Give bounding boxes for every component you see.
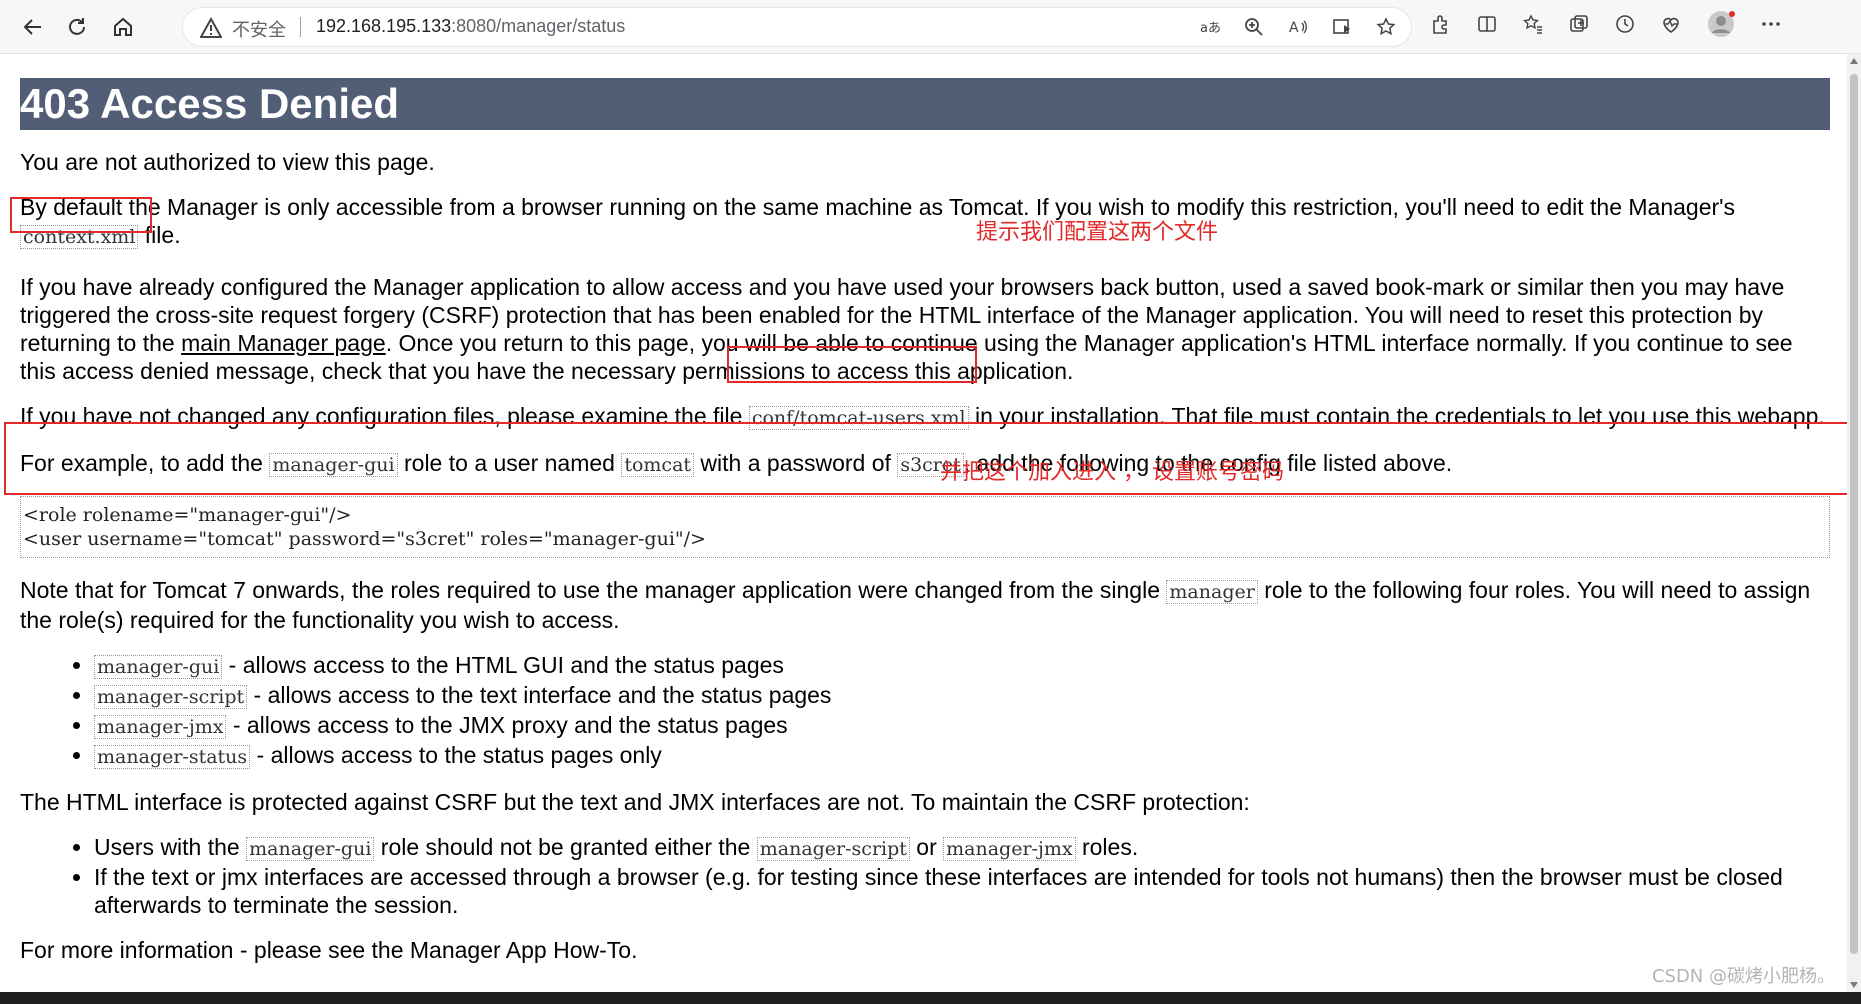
scroll-up-icon[interactable] [1850,58,1858,64]
code-manager: manager [1166,580,1258,604]
page-title: 403 Access Denied [20,78,1830,130]
refresh-icon[interactable] [60,10,94,44]
home-icon[interactable] [106,10,140,44]
profile-avatar-icon[interactable] [1701,10,1741,38]
history-icon[interactable] [1609,10,1641,38]
text: roles. [1075,834,1139,860]
paragraph-tomcat7-roles: Note that for Tomcat 7 onwards, the role… [20,576,1830,634]
list-item: If the text or jmx interfaces are access… [94,863,1830,919]
more-menu-icon[interactable] [1755,10,1787,38]
roles-list: manager-gui - allows access to the HTML … [20,651,1830,771]
text: By default the Manager is only accessibl… [20,194,1736,220]
immersive-reader-icon[interactable] [1326,13,1358,41]
collections-icon[interactable] [1563,10,1595,38]
paragraph-csrf-protection: The HTML interface is protected against … [20,788,1830,816]
list-item: manager-status - allows access to the st… [94,741,1830,771]
url-host: 192.168.195.133 [316,16,452,36]
annotation-configure-files: 提示我们配置这两个文件 [976,220,1219,245]
role-code: manager-gui [94,655,223,679]
highlight-config-snippet [4,422,1847,495]
page-content: 403 Access Denied You are not authorized… [20,78,1830,981]
annotation-add-credentials: 并把这个加入进入 ， 设置账号密码 [940,460,1284,485]
csrf-list: Users with the manager-gui role should n… [20,833,1830,919]
svg-text:A: A [1289,20,1299,36]
url-text[interactable]: 192.168.195.133:8080/manager/status [316,16,625,37]
svg-text:aあ: aあ [1200,21,1220,36]
security-label[interactable]: 不安全 [232,16,286,42]
highlight-tomcat-users-xml [727,346,977,383]
config-snippet: <role rolename="manager-gui"/> <user use… [20,496,1830,558]
warning-icon [200,17,222,38]
page-viewport: 403 Access Denied You are not authorized… [0,54,1847,992]
role-desc: - allows access to the text interface an… [247,682,832,708]
code-manager-script: manager-script [756,837,910,861]
text: Note that for Tomcat 7 onwards, the role… [20,577,1167,603]
text: role should not be granted either the [374,834,757,860]
translate-icon[interactable]: aあ [1194,13,1226,41]
text: You are not authorized to view this page… [20,149,435,175]
role-desc: - allows access to the HTML GUI and the … [222,652,784,678]
snippet-line-role: <role rolename="manager-gui"/> [23,504,352,526]
paragraph-not-authorized: You are not authorized to view this page… [20,148,1830,176]
split-screen-icon[interactable] [1471,10,1503,38]
watermark: CSDN @碳烤小肥杨。 [1651,966,1835,987]
main-manager-link[interactable]: main Manager page [181,330,386,356]
favorites-icon[interactable] [1517,10,1549,38]
role-code: manager-jmx [94,715,227,739]
code-manager-jmx: manager-jmx [943,837,1076,861]
text: Users with the [94,834,247,860]
browser-toolbar: 不安全 192.168.195.133:8080/manager/status … [0,0,1861,54]
highlight-context-xml [10,197,152,233]
role-code: manager-script [94,685,248,709]
read-aloud-icon[interactable]: A [1282,13,1314,41]
role-desc: - allows access to the JMX proxy and the… [226,712,788,738]
scrollbar-thumb[interactable] [1850,74,1858,954]
zoom-icon[interactable] [1238,13,1270,41]
role-desc: - allows access to the status pages only [250,742,662,768]
snippet-line-user: <user username="tomcat" password="s3cret… [23,528,706,550]
role-code: manager-status [94,745,251,769]
vertical-scrollbar[interactable] [1847,54,1861,992]
url-path: :8080/manager/status [451,16,626,36]
taskbar [0,992,1861,1004]
scroll-down-icon[interactable] [1850,982,1858,988]
text: or [909,834,944,860]
address-bar[interactable]: 不安全 192.168.195.133:8080/manager/status … [182,7,1412,47]
toolbar-right-icons [1425,10,1787,38]
list-item: manager-jmx - allows access to the JMX p… [94,711,1830,741]
text: The HTML interface is protected against … [20,789,1250,815]
extensions-icon[interactable] [1425,10,1457,38]
list-item: Users with the manager-gui role should n… [94,833,1830,863]
divider [300,17,301,37]
code-manager-gui: manager-gui [246,837,375,861]
address-bar-icons: aあ A [1194,13,1402,41]
list-item: manager-gui - allows access to the HTML … [94,651,1830,681]
performance-icon[interactable] [1655,10,1687,38]
list-item: manager-script - allows access to the te… [94,681,1830,711]
paragraph-more-info: For more information - please see the Ma… [20,936,1830,964]
text: For more information - please see the Ma… [20,937,638,963]
favorite-star-icon[interactable] [1370,13,1402,41]
text: If the text or jmx interfaces are access… [94,864,1783,918]
back-icon[interactable] [16,10,50,44]
paragraph-default-access: By default the Manager is only accessibl… [20,193,1830,251]
